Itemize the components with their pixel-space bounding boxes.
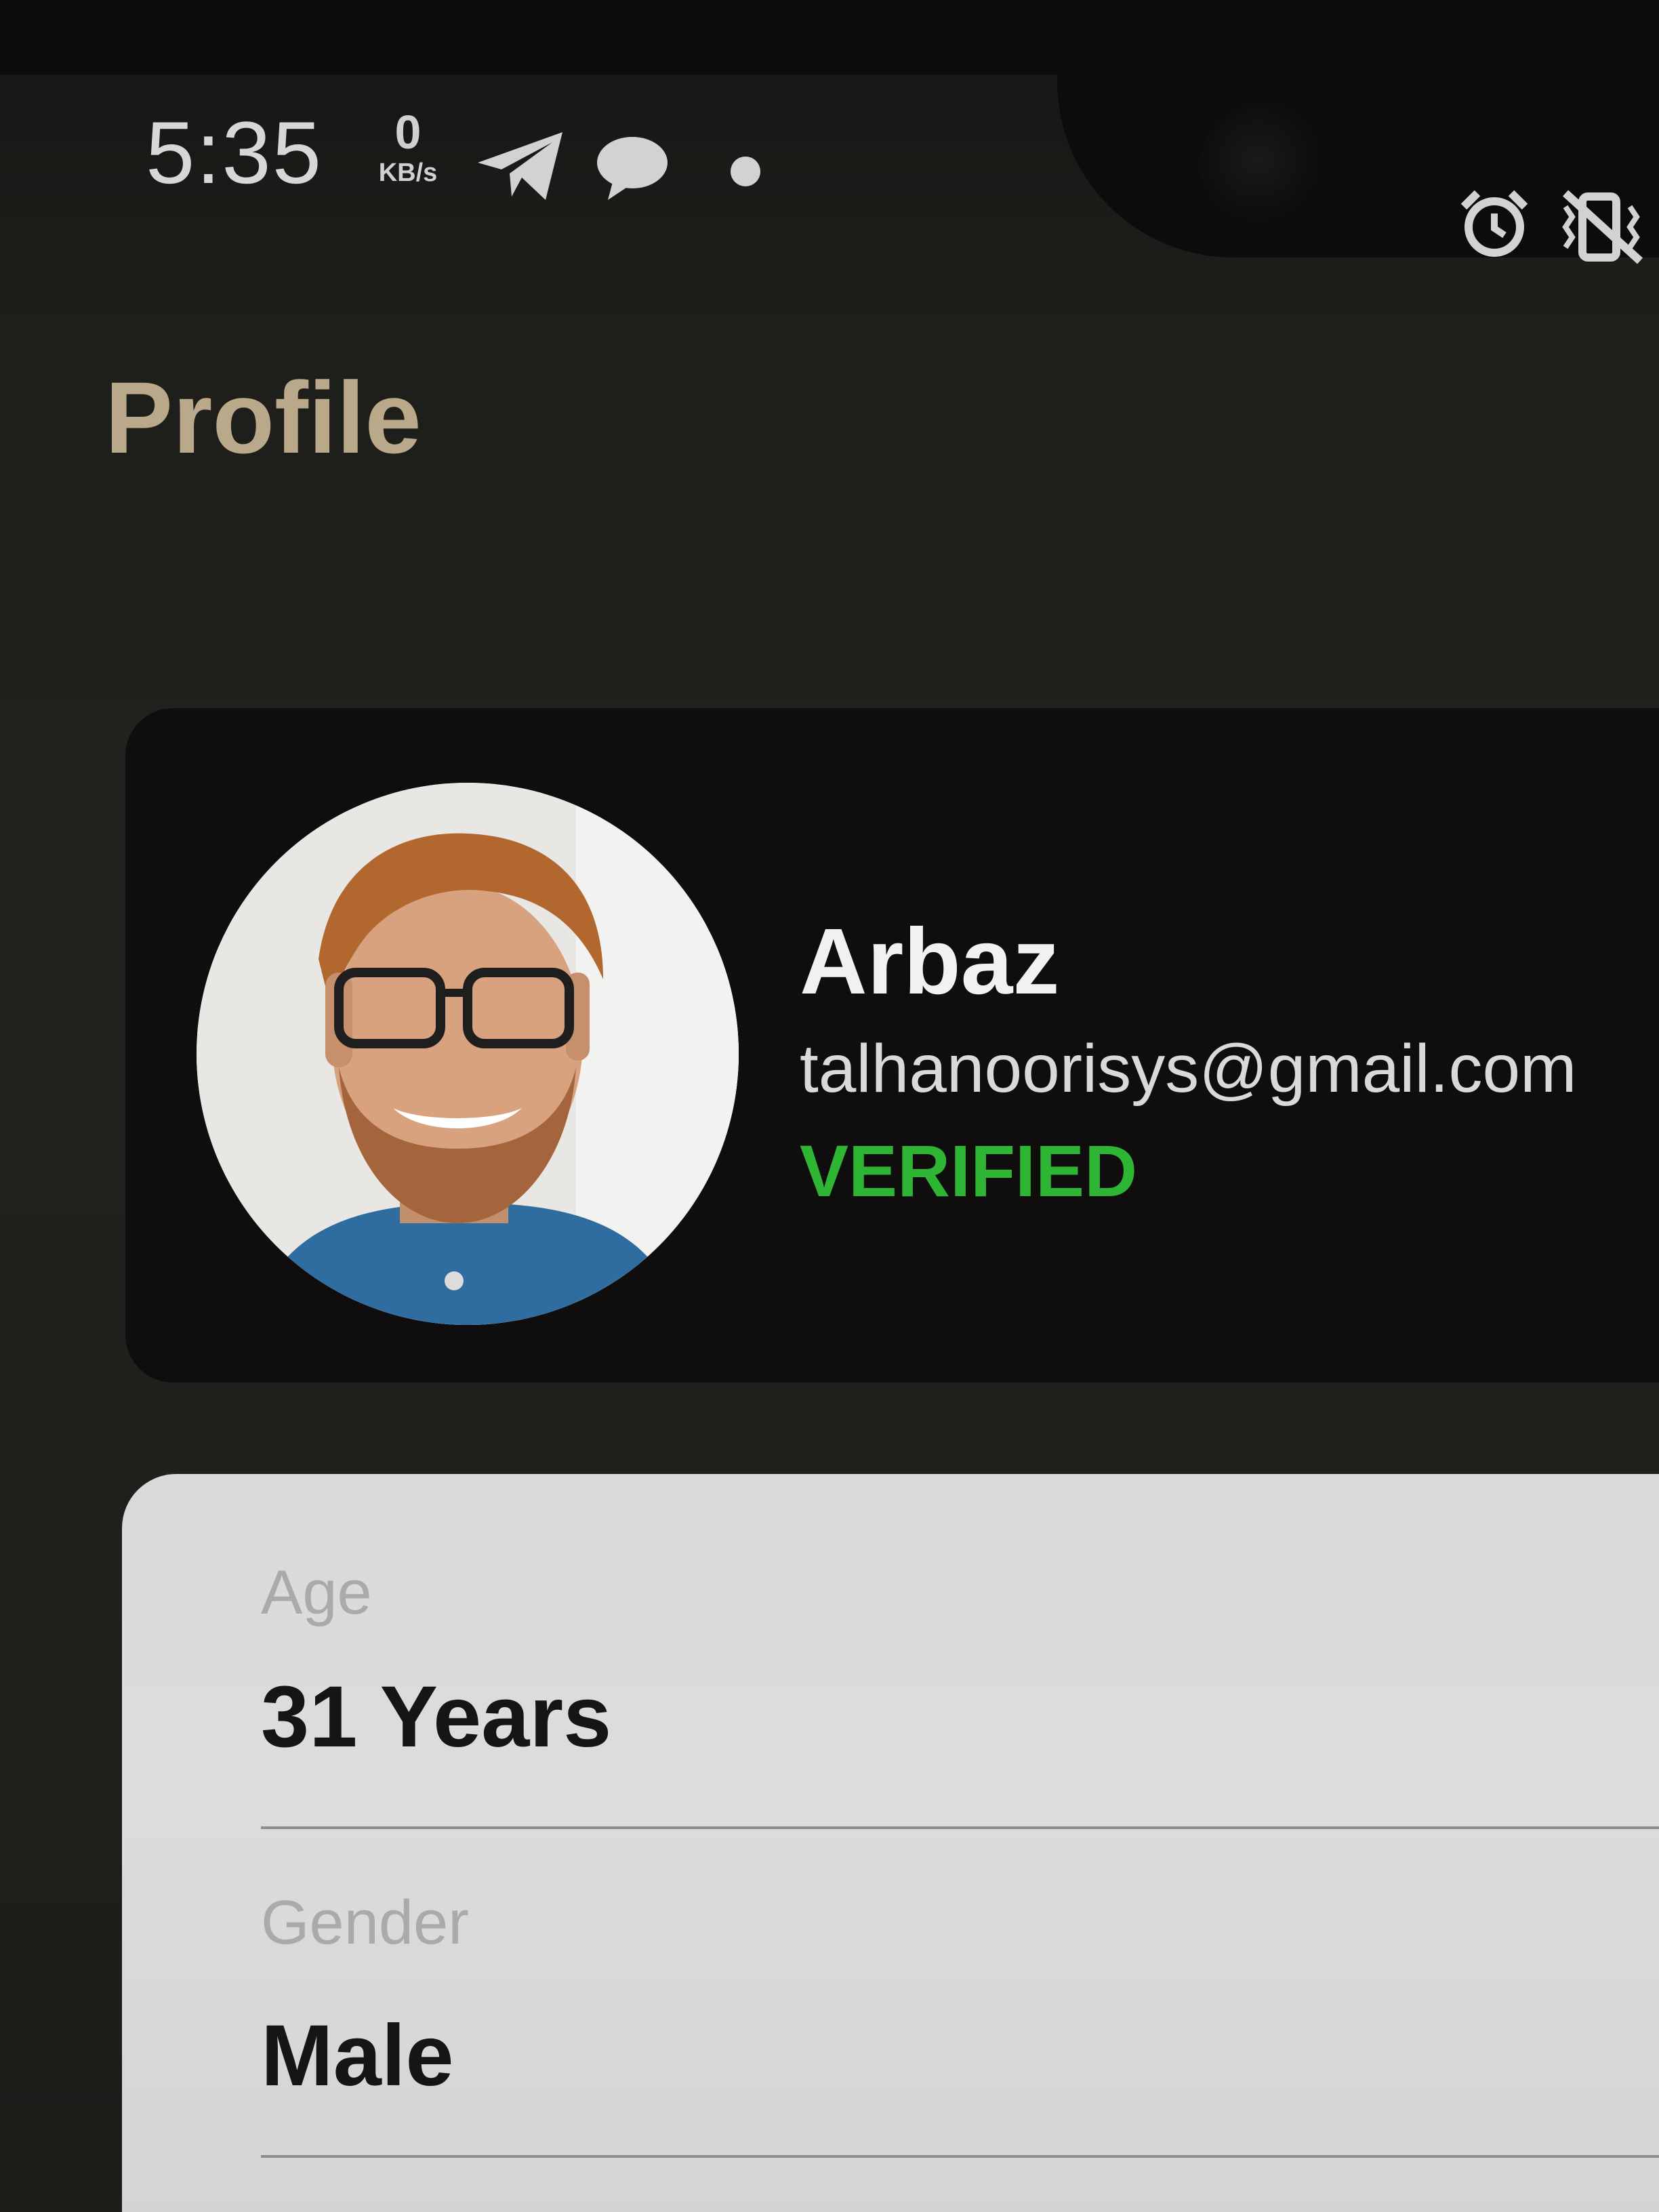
verified-badge: VERIFIED (800, 1130, 1138, 1212)
age-divider (261, 1826, 1659, 1829)
net-speed-indicator: 0 KB/s (361, 108, 455, 186)
status-time: 5:35 (146, 103, 323, 202)
age-label: Age (261, 1558, 372, 1627)
gender-label: Gender (261, 1888, 469, 1957)
avatar[interactable] (197, 783, 739, 1325)
vibrate-icon (1562, 190, 1643, 264)
page-title: Profile (105, 361, 422, 474)
telegram-icon (478, 132, 562, 200)
gender-divider (261, 2155, 1659, 2158)
gender-value: Male (261, 2007, 454, 2104)
front-camera (1200, 102, 1328, 230)
net-speed-unit: KB/s (378, 159, 438, 187)
net-speed-value: 0 (394, 106, 422, 159)
phone-screen: 5:35 0 KB/s Profile Arbaz talhanoorisys@… (0, 0, 1659, 2212)
profile-name: Arbaz (800, 909, 1060, 1014)
age-value: 31 Years (261, 1668, 612, 1765)
notification-dot-icon (731, 157, 760, 186)
profile-email: talhanoorisys@gmail.com (800, 1031, 1577, 1107)
alarm-icon (1460, 190, 1528, 257)
chat-bubble-icon (597, 137, 668, 200)
avatar-photo (197, 783, 739, 1325)
